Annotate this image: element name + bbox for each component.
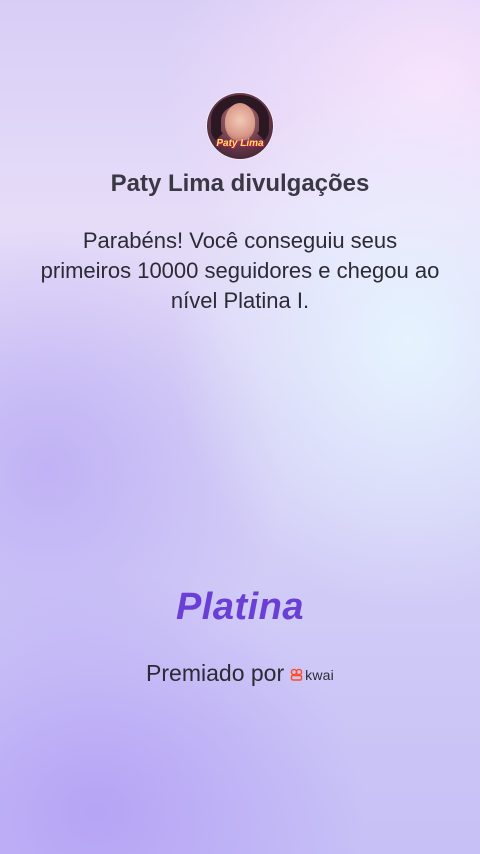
awarded-by: Premiado por kwai (0, 660, 480, 687)
level-title: Platina (175, 586, 305, 628)
avatar-face (225, 103, 255, 141)
kwai-brand-text: kwai (305, 666, 334, 683)
profile-avatar: Paty Lima (207, 93, 273, 159)
achievement-message: Parabéns! Você conseguiu seus primeiros … (40, 228, 440, 313)
kwai-brand: kwai (290, 667, 334, 683)
profile-name: Paty Lima divulgações (110, 170, 370, 197)
kwai-logo-icon (290, 668, 303, 681)
awarded-by-label: Premiado por (146, 660, 285, 686)
avatar-caption: Paty Lima (216, 138, 264, 149)
